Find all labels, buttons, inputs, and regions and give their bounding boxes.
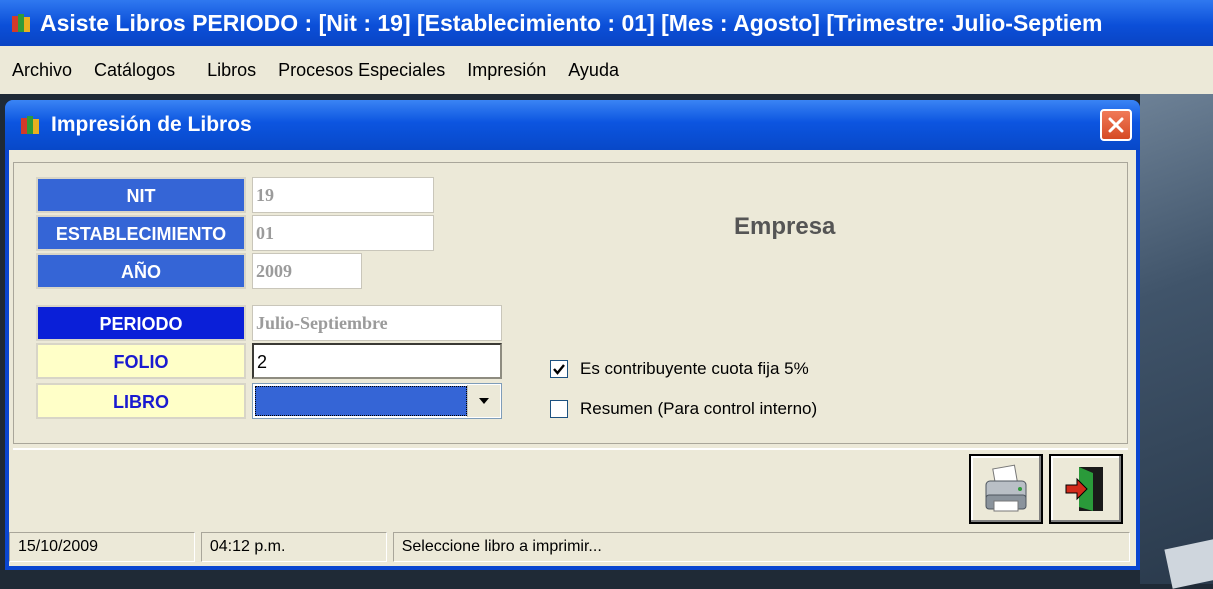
resumen-label: Resumen (Para control interno) (580, 399, 818, 418)
anio-label: AÑO (36, 253, 246, 289)
menu-procesos-especiales[interactable]: Procesos Especiales (278, 60, 445, 81)
form-panel: NIT 19 ESTABLECIMIENTO 01 AÑO 2009 PERIO… (13, 162, 1128, 444)
status-time: 04:12 p.m. (200, 532, 387, 562)
dialog-title: Impresión de Libros (51, 113, 252, 136)
print-books-dialog: Impresión de Libros NIT 19 ESTABLECIMIEN… (5, 100, 1140, 570)
nit-field: 19 (252, 177, 434, 213)
folio-input[interactable]: 2 (252, 343, 502, 379)
periodo-label: PERIODO (36, 305, 246, 341)
dialog-body: NIT 19 ESTABLECIMIENTO 01 AÑO 2009 PERIO… (9, 150, 1136, 566)
menu-impresion[interactable]: Impresión (467, 60, 546, 81)
periodo-field: Julio-Septiembre (252, 305, 502, 341)
libro-select[interactable] (252, 383, 502, 419)
desktop-background (1140, 94, 1213, 589)
status-bar: 15/10/2009 04:12 p.m. Seleccione libro a… (9, 532, 1136, 566)
books-app-icon (21, 116, 39, 134)
cuota-fija-option[interactable]: Es contribuyente cuota fija 5% (550, 359, 809, 379)
folio-label: FOLIO (36, 343, 246, 379)
status-message: Seleccione libro a imprimir... (392, 532, 1131, 562)
nit-label: NIT (36, 177, 246, 213)
print-button[interactable] (969, 454, 1043, 524)
app-title-bar[interactable]: Asiste Libros PERIODO : [Nit : 19] [Esta… (0, 0, 1213, 46)
menu-ayuda[interactable]: Ayuda (568, 60, 619, 81)
libro-selected-value (255, 386, 467, 416)
establecimiento-field: 01 (252, 215, 434, 251)
chevron-down-icon (479, 398, 489, 404)
empresa-label: Empresa (734, 213, 836, 240)
dialog-title-bar[interactable]: Impresión de Libros (5, 100, 1140, 150)
close-button[interactable] (1100, 109, 1132, 141)
printer-icon (985, 464, 1027, 512)
cuota-fija-checkbox[interactable] (550, 360, 568, 378)
action-panel (13, 448, 1128, 528)
desktop-decoration (1164, 539, 1213, 589)
establecimiento-label: ESTABLECIMIENTO (36, 215, 246, 251)
close-icon (1108, 117, 1124, 133)
status-date: 15/10/2009 (9, 532, 195, 562)
dropdown-arrow-button[interactable] (467, 385, 500, 417)
exit-door-icon (1065, 467, 1103, 511)
app-title: Asiste Libros PERIODO : [Nit : 19] [Esta… (40, 9, 1103, 36)
libro-label: LIBRO (36, 383, 246, 419)
menu-catalogos[interactable]: Catálogos (94, 60, 175, 81)
resumen-checkbox[interactable] (550, 400, 568, 418)
exit-button[interactable] (1049, 454, 1123, 524)
menu-libros[interactable]: Libros (207, 60, 256, 81)
books-app-icon (12, 14, 30, 32)
cuota-fija-label: Es contribuyente cuota fija 5% (580, 359, 809, 378)
menu-archivo[interactable]: Archivo (12, 60, 72, 81)
anio-field: 2009 (252, 253, 362, 289)
menu-bar: Archivo Catálogos Libros Procesos Especi… (0, 46, 1213, 94)
resumen-option[interactable]: Resumen (Para control interno) (550, 399, 817, 419)
checkmark-icon (553, 364, 565, 375)
